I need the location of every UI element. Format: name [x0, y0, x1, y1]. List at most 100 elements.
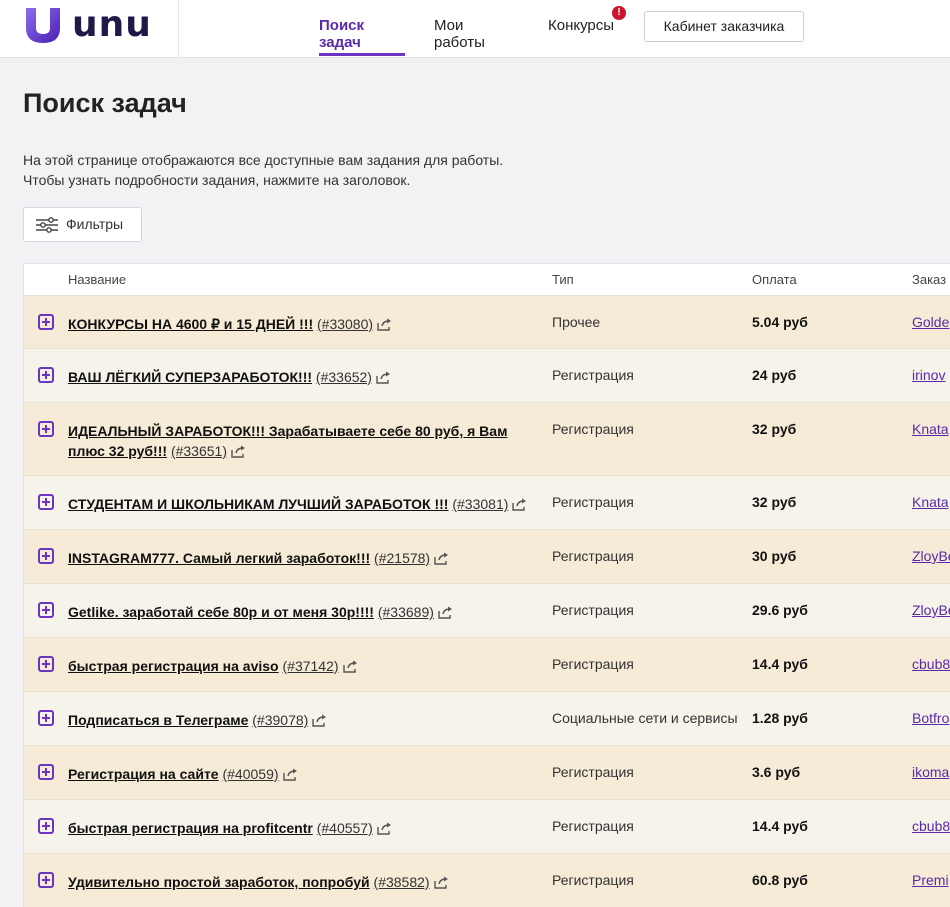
expand-plus-icon[interactable] [38, 872, 54, 888]
nav-tab-contests[interactable]: Конкурсы [548, 17, 614, 34]
column-header-type[interactable]: Тип [552, 272, 574, 287]
task-title-link[interactable]: ВАШ ЛЁГКИЙ СУПЕРЗАРАБОТОК!!! [68, 369, 312, 385]
task-type: Регистрация [552, 872, 634, 888]
column-header-name[interactable]: Название [68, 272, 126, 287]
table-row: INSTAGRAM777. Самый легкий заработок!!! … [24, 529, 950, 583]
task-name-cell: ИДЕАЛЬНЫЙ ЗАРАБОТОК!!! Зарабатываете себ… [68, 421, 538, 463]
customer-link[interactable]: ZloyBe [912, 548, 950, 564]
customer-link[interactable]: Premi [912, 872, 949, 888]
task-id-link[interactable]: (#39078) [252, 712, 308, 728]
tasks-table: Название Тип Оплата Заказ КОНКУРСЫ НА 46… [23, 263, 950, 907]
intro-line-1: На этой странице отображаются все доступ… [23, 152, 504, 168]
filters-button[interactable]: Фильтры [23, 207, 142, 242]
share-icon[interactable] [512, 496, 527, 516]
share-icon[interactable] [231, 443, 246, 463]
logo[interactable]: unu [0, 0, 179, 57]
share-icon[interactable] [312, 712, 327, 732]
task-id-link[interactable]: (#33080) [317, 316, 373, 332]
task-title-link[interactable]: Getlike. заработай себе 80р и от меня 30… [68, 604, 374, 620]
expand-plus-icon[interactable] [38, 314, 54, 330]
task-name-cell: КОНКУРСЫ НА 4600 ₽ и 15 ДНЕЙ !!! (#33080… [68, 314, 538, 336]
task-payment: 5.04 руб [752, 314, 808, 330]
page-intro: На этой странице отображаются все доступ… [23, 150, 503, 190]
customer-cabinet-button[interactable]: Кабинет заказчика [644, 11, 804, 42]
task-type: Регистрация [552, 602, 634, 618]
task-type: Регистрация [552, 818, 634, 834]
task-id-link[interactable]: (#21578) [374, 550, 430, 566]
table-row: Регистрация на сайте (#40059) Регистрация… [24, 745, 950, 799]
task-name-cell: ВАШ ЛЁГКИЙ СУПЕРЗАРАБОТОК!!! (#33652) [68, 367, 538, 389]
filters-button-label: Фильтры [66, 216, 124, 232]
task-payment: 32 руб [752, 421, 797, 437]
share-icon[interactable] [282, 766, 298, 786]
table-row: быстрая регистрация на aviso (#37142) Рег… [24, 637, 950, 691]
task-title-link[interactable]: быстрая регистрация на profitcentr [68, 820, 313, 836]
customer-link[interactable]: irinov [912, 367, 945, 383]
table-row: СТУДЕНТАМ И ШКОЛЬНИКАМ ЛУЧШИЙ ЗАРАБОТОК … [24, 475, 950, 529]
task-id-link[interactable]: (#37142) [283, 658, 339, 674]
expand-plus-icon[interactable] [38, 548, 54, 564]
customer-link[interactable]: cbub8 [912, 656, 950, 672]
share-icon[interactable] [342, 658, 358, 678]
share-icon[interactable] [377, 820, 392, 840]
task-title-link[interactable]: ИДЕАЛЬНЫЙ ЗАРАБОТОК!!! Зарабатываете себ… [68, 423, 507, 459]
expand-plus-icon[interactable] [38, 656, 54, 672]
task-payment: 14.4 руб [752, 818, 808, 834]
task-title-link[interactable]: Подписаться в Телеграме [68, 712, 248, 728]
customer-link[interactable]: Golde [912, 314, 949, 330]
share-icon[interactable] [434, 550, 449, 570]
share-icon[interactable] [376, 369, 391, 389]
task-id-link[interactable]: (#33652) [316, 369, 372, 385]
expand-plus-icon[interactable] [38, 764, 54, 780]
task-payment: 1.28 руб [752, 710, 808, 726]
table-row: Подписаться в Телеграме (#39078) Социальн… [24, 691, 950, 745]
task-name-cell: быстрая регистрация на profitcentr (#405… [68, 818, 538, 840]
task-type: Регистрация [552, 367, 634, 383]
expand-plus-icon[interactable] [38, 818, 54, 834]
task-id-link[interactable]: (#33651) [171, 443, 227, 459]
column-header-pay[interactable]: Оплата [752, 272, 797, 287]
table-body: КОНКУРСЫ НА 4600 ₽ и 15 ДНЕЙ !!! (#33080… [24, 295, 950, 907]
customer-link[interactable]: ZloyBe [912, 602, 950, 618]
task-id-link[interactable]: (#38582) [374, 874, 430, 890]
task-title-link[interactable]: Удивительно простой заработок, попробуй [68, 874, 370, 890]
customer-link[interactable]: Knata [912, 494, 949, 510]
customer-link[interactable]: cbub8 [912, 818, 950, 834]
table-row: ИДЕАЛЬНЫЙ ЗАРАБОТОК!!! Зарабатываете себ… [24, 402, 950, 475]
intro-line-2: Чтобы узнать подробности задания, нажмит… [23, 172, 411, 188]
column-header-customer[interactable]: Заказ [912, 272, 946, 287]
expand-plus-icon[interactable] [38, 602, 54, 618]
customer-link[interactable]: Knata [912, 421, 949, 437]
task-payment: 3.6 руб [752, 764, 801, 780]
customer-link[interactable]: Botfro [912, 710, 949, 726]
task-payment: 14.4 руб [752, 656, 808, 672]
expand-plus-icon[interactable] [38, 494, 54, 510]
expand-plus-icon[interactable] [38, 421, 54, 437]
task-id-link[interactable]: (#40557) [317, 820, 373, 836]
task-id-link[interactable]: (#33689) [378, 604, 434, 620]
task-title-link[interactable]: Регистрация на сайте [68, 766, 219, 782]
share-icon[interactable] [438, 604, 453, 624]
task-id-link[interactable]: (#40059) [222, 766, 278, 782]
task-title-link[interactable]: быстрая регистрация на aviso [68, 658, 279, 674]
task-payment: 30 руб [752, 548, 797, 564]
table-header: Название Тип Оплата Заказ [24, 264, 950, 295]
nav-tab-my-works[interactable]: Мои работы [434, 17, 485, 51]
task-title-link[interactable]: КОНКУРСЫ НА 4600 ₽ и 15 ДНЕЙ !!! [68, 316, 313, 332]
task-id-link[interactable]: (#33081) [452, 496, 508, 512]
expand-plus-icon[interactable] [38, 367, 54, 383]
customer-link[interactable]: ikoma [912, 764, 949, 780]
logo-text: unu [72, 4, 152, 45]
task-type: Социальные сети и сервисы [552, 710, 738, 726]
nav-tab-search[interactable]: Поиск задач [319, 17, 364, 51]
share-icon[interactable] [377, 316, 392, 336]
task-name-cell: Регистрация на сайте (#40059) [68, 764, 538, 786]
task-title-link[interactable]: INSTAGRAM777. Самый легкий заработок!!! [68, 550, 370, 566]
task-name-cell: Getlike. заработай себе 80р и от меня 30… [68, 602, 538, 624]
task-title-link[interactable]: СТУДЕНТАМ И ШКОЛЬНИКАМ ЛУЧШИЙ ЗАРАБОТОК … [68, 496, 448, 512]
share-icon[interactable] [433, 874, 449, 894]
logo-mark-icon [26, 8, 60, 43]
table-row: Getlike. заработай себе 80р и от меня 30… [24, 583, 950, 637]
expand-plus-icon[interactable] [38, 710, 54, 726]
table-row: Удивительно простой заработок, попробуй … [24, 853, 950, 907]
